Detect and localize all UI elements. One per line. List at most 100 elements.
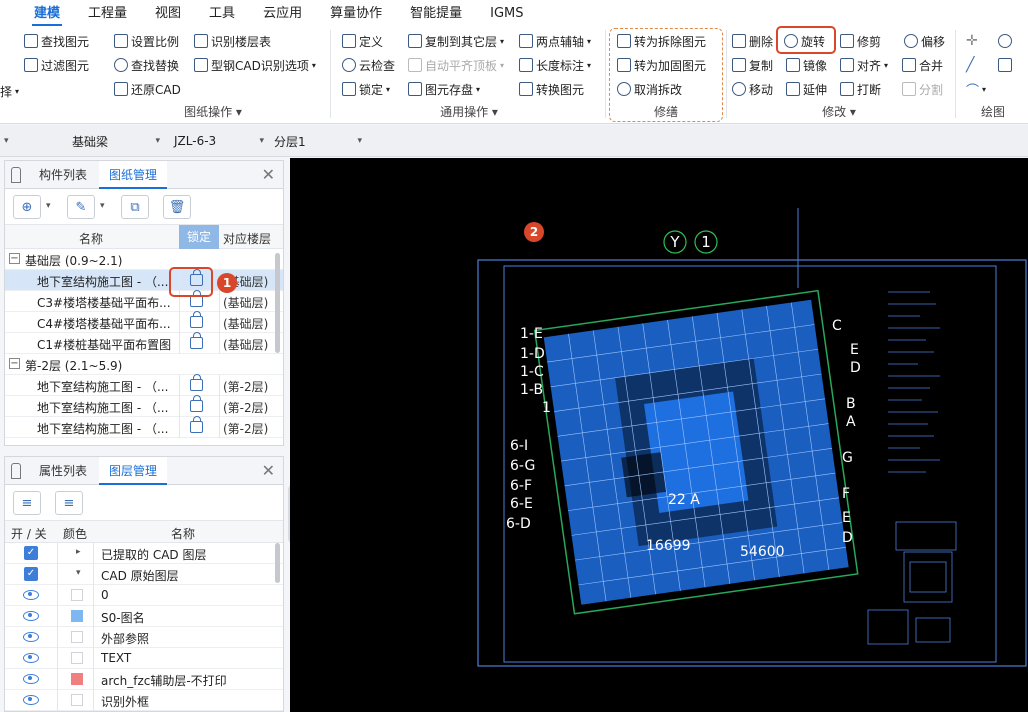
layer-row[interactable]: ✓ ▾ CAD 原始图层 bbox=[5, 564, 283, 585]
checkbox-checked-icon[interactable]: ✓ bbox=[24, 567, 38, 581]
checkbox-checked-icon[interactable]: ✓ bbox=[24, 546, 38, 560]
delete-drawing-icon[interactable]: 🗑 bbox=[163, 195, 191, 219]
eye-icon[interactable] bbox=[23, 632, 39, 642]
layer-row[interactable]: 0 bbox=[5, 585, 283, 606]
left-caret[interactable]: ▾ bbox=[0, 130, 20, 152]
drawing-row[interactable]: 地下室结构施工图 - （... (基础层) bbox=[5, 269, 283, 291]
find-icon bbox=[24, 34, 38, 48]
layer-row[interactable]: TEXT bbox=[5, 648, 283, 669]
column-lock[interactable]: 锁定 bbox=[179, 225, 219, 249]
layer-color-swatch[interactable] bbox=[71, 652, 83, 664]
layer-scrollbar[interactable] bbox=[275, 543, 280, 583]
menu-tab-collab[interactable]: 算量协作 bbox=[316, 2, 396, 26]
column-floor: 对应楼层 bbox=[223, 232, 272, 246]
drawing-row[interactable]: 地下室结构施工图 - （... (第-2层) bbox=[5, 395, 283, 417]
column-name: 名称 bbox=[79, 232, 104, 246]
left-axis-label: 1-C bbox=[520, 364, 544, 380]
filter-element-button[interactable]: 过滤图元 bbox=[24, 54, 89, 76]
component-name-select[interactable]: JZL-6-3 ▾ bbox=[170, 130, 268, 152]
center-label: 22 A bbox=[668, 492, 700, 508]
layer-row[interactable]: ✓ ▸ 已提取的 CAD 图层 bbox=[5, 543, 283, 564]
tree-group-foundation[interactable]: − 基础层 (0.9~2.1) bbox=[5, 249, 283, 270]
eye-icon[interactable] bbox=[23, 590, 39, 600]
tree-scrollbar[interactable] bbox=[275, 253, 280, 353]
tab-property-list[interactable]: 属性列表 bbox=[29, 457, 97, 485]
layer-color-swatch[interactable] bbox=[71, 610, 83, 622]
lock-icon[interactable] bbox=[190, 395, 203, 412]
lock-icon[interactable] bbox=[190, 332, 203, 349]
menu-tab-smart[interactable]: 智能提量 bbox=[396, 2, 476, 26]
tree-group-floor-minus2[interactable]: − 第-2层 (2.1~5.9) bbox=[5, 354, 283, 375]
menu-tab-tools[interactable]: 工具 bbox=[195, 2, 249, 26]
tab-component-list[interactable]: 构件列表 bbox=[29, 161, 97, 189]
eye-icon[interactable] bbox=[23, 695, 39, 705]
axis-label-y: Y bbox=[669, 233, 680, 251]
eye-icon[interactable] bbox=[23, 653, 39, 663]
left-axis-label: 6-I bbox=[510, 438, 528, 454]
ribbon: 择 ▾ 查找图元 过滤图元 设置比例 查找替换 还原CAD 识别楼层表 型钢CAD… bbox=[0, 26, 1028, 124]
lock-icon[interactable] bbox=[190, 416, 203, 433]
left-axis-label: 1-B bbox=[520, 382, 543, 398]
find-element-button[interactable]: 查找图元 bbox=[24, 30, 89, 52]
right-axis-label: D bbox=[850, 360, 861, 376]
left-axis-label: 6-F bbox=[510, 478, 532, 494]
column-layer-name: 名称 bbox=[171, 527, 196, 541]
drawing-tree: − 基础层 (0.9~2.1) 地下室结构施工图 - （... (基础层) C3… bbox=[5, 249, 283, 438]
right-axis-label: E bbox=[850, 342, 859, 358]
left-axis-label: 6-G bbox=[510, 458, 535, 474]
filter-icon bbox=[24, 58, 38, 72]
left-axis-label: 1-D bbox=[520, 346, 545, 362]
bottom-number-label: 16699 bbox=[646, 538, 691, 554]
lock-icon[interactable] bbox=[190, 374, 203, 391]
layer-tool-2-icon[interactable]: ≡ bbox=[55, 491, 83, 515]
layer-row[interactable]: 识别外框 bbox=[5, 690, 283, 711]
select-partial-label[interactable]: 择 ▾ bbox=[0, 80, 19, 102]
step-badge-1: 1 bbox=[217, 273, 237, 293]
layer-row[interactable]: arch_fzc辅助层-不打印 bbox=[5, 669, 283, 690]
close-icon[interactable]: ✕ bbox=[262, 461, 275, 480]
right-axis-label: E bbox=[842, 510, 851, 526]
close-icon[interactable]: ✕ bbox=[262, 165, 275, 184]
menu-bar: 建模 工程量 视图 工具 云应用 算量协作 智能提量 IGMS bbox=[0, 0, 1028, 26]
drawing-row[interactable]: 地下室结构施工图 - （... (第-2层) bbox=[5, 374, 283, 396]
axis-label-1: 1 bbox=[701, 233, 711, 251]
layer-select[interactable]: 分层1 ▾ bbox=[270, 130, 366, 152]
drawing-row[interactable]: C4#楼塔楼基础平面布... (基础层) bbox=[5, 311, 283, 333]
layer-color-swatch[interactable] bbox=[71, 673, 83, 685]
pin-icon[interactable] bbox=[11, 167, 21, 183]
menu-tab-modeling[interactable]: 建模 bbox=[20, 2, 74, 26]
drawing-row[interactable]: C3#楼塔楼基础平面布... (基础层) bbox=[5, 290, 283, 312]
layer-row[interactable]: S0-图名 bbox=[5, 606, 283, 627]
cad-drawing: Y 1 1-E 1-D 1-C 1-B 1 6-I 6-G 6-F 6-E 6-… bbox=[477, 208, 1027, 667]
layer-row[interactable]: 外部参照 bbox=[5, 627, 283, 648]
layer-list: ✓ ▸ 已提取的 CAD 图层 ✓ ▾ CAD 原始图层 0 S0-图名 外部参… bbox=[5, 543, 283, 711]
eye-icon[interactable] bbox=[23, 611, 39, 621]
eye-icon[interactable] bbox=[23, 674, 39, 684]
copy-drawing-icon[interactable]: ⧉ bbox=[121, 195, 149, 219]
drawing-row[interactable]: C1#楼桩基础平面布置图 (基础层) bbox=[5, 332, 283, 354]
pin-icon[interactable] bbox=[11, 463, 21, 479]
rotate-highlight bbox=[776, 26, 836, 54]
tab-layer-management[interactable]: 图层管理 bbox=[99, 457, 168, 485]
layer-color-swatch[interactable] bbox=[71, 589, 83, 601]
layer-color-swatch[interactable] bbox=[71, 694, 83, 706]
layer-management-panel: 属性列表 图层管理 ✕ ≡ ≡ 开 / 关 颜色 名称 ✓ ▸ 已提取的 CAD… bbox=[4, 456, 284, 712]
cad-canvas[interactable]: Y 1 1-E 1-D 1-C 1-B 1 6-I 6-G 6-F 6-E 6-… bbox=[290, 158, 1028, 712]
right-axis-label: B bbox=[846, 396, 856, 412]
group-title-drawing-ops: 图纸操作 ▾ bbox=[184, 105, 242, 119]
left-axis-label: 6-E bbox=[510, 496, 533, 512]
edit-drawing-icon[interactable]: ✎ bbox=[67, 195, 95, 219]
column-toggle: 开 / 关 bbox=[11, 527, 47, 541]
menu-tab-view[interactable]: 视图 bbox=[141, 2, 195, 26]
layer-color-swatch[interactable] bbox=[71, 631, 83, 643]
add-drawing-icon[interactable]: ⊕ bbox=[13, 195, 41, 219]
drawing-row[interactable]: 地下室结构施工图 - （... (第-2层) bbox=[5, 416, 283, 438]
layer-tool-1-icon[interactable]: ≡ bbox=[13, 491, 41, 515]
menu-tab-cloud[interactable]: 云应用 bbox=[249, 2, 316, 26]
menu-tab-quantity[interactable]: 工程量 bbox=[74, 2, 141, 26]
tab-drawing-management[interactable]: 图纸管理 bbox=[99, 161, 168, 189]
right-axis-label: C bbox=[832, 318, 842, 334]
lock-icon[interactable] bbox=[190, 311, 203, 328]
menu-tab-igms[interactable]: IGMS bbox=[476, 6, 537, 26]
component-type-select[interactable]: 基础梁 ▾ bbox=[68, 130, 164, 152]
